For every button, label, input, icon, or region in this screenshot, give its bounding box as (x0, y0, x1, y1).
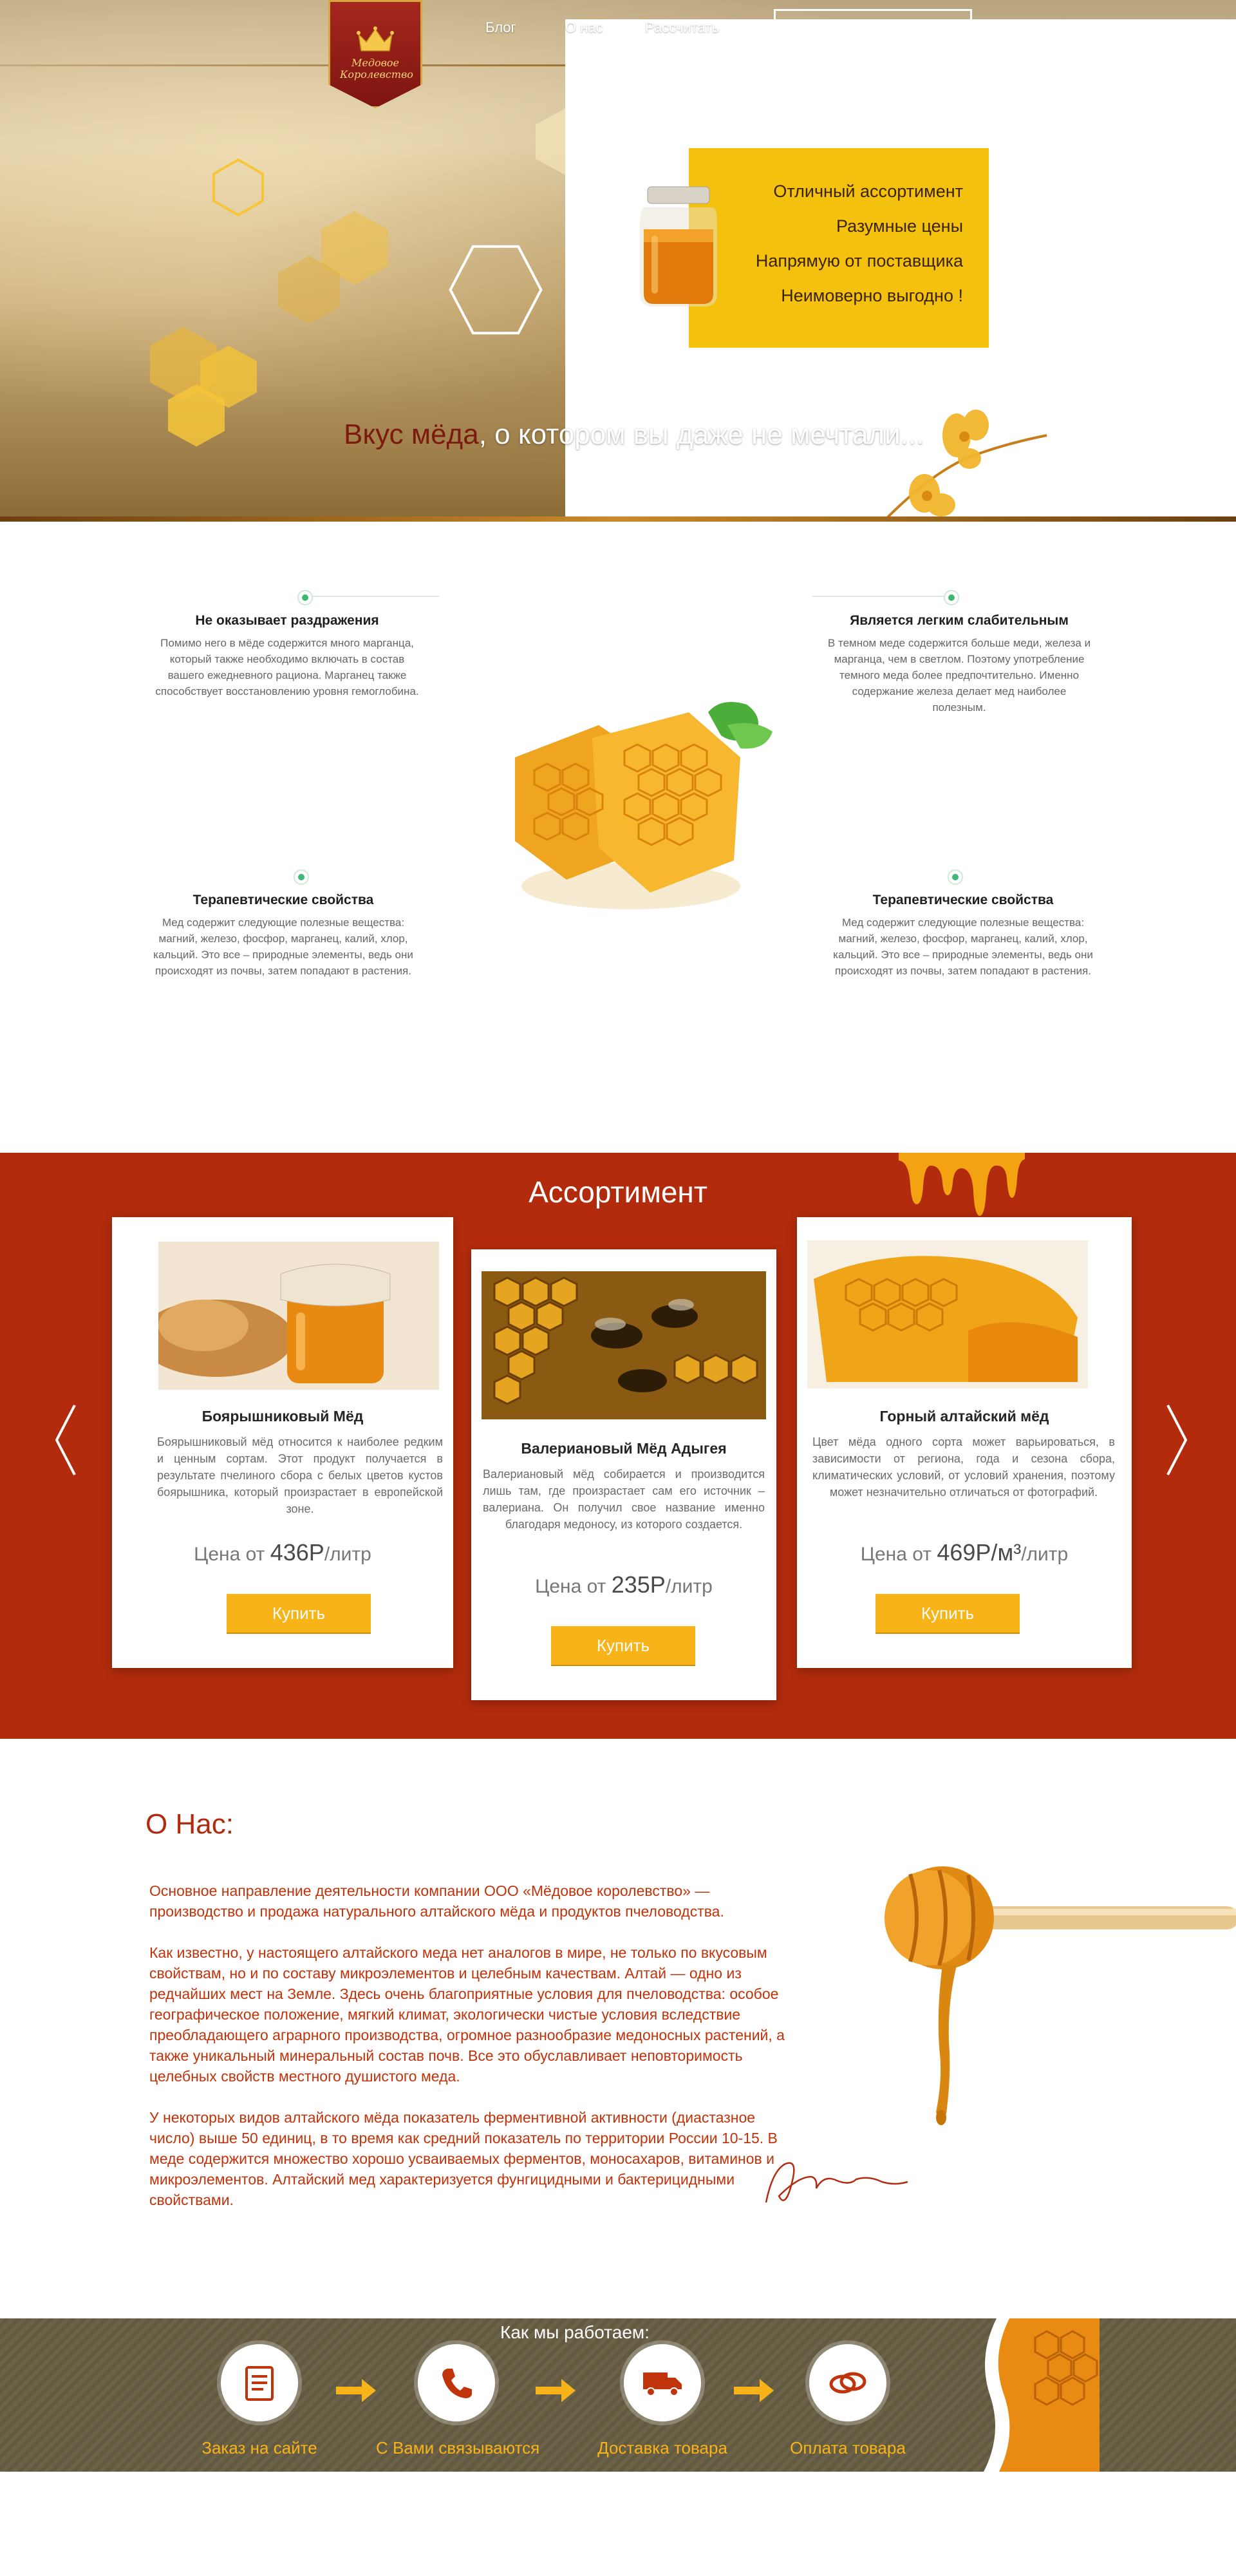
carousel-prev-arrow-icon[interactable] (53, 1401, 79, 1479)
feature-item: Терапевтические свойства Мед содержит сл… (148, 866, 418, 979)
price-prefix: Цена от (860, 1544, 932, 1565)
feature-text: В темном меде содержится больше меди, же… (827, 637, 1091, 714)
step-label: Доставка товара (597, 2438, 727, 2458)
feature-dot-icon (294, 869, 309, 885)
product-card: Горный алтайский мёд Цвет мёда одного со… (797, 1217, 1132, 1668)
feature-title: Является легким слабительным (850, 613, 1069, 628)
promo-box: Отличный ассортимент Разумные цены Напря… (689, 148, 989, 348)
hero-section: Медовое Королевство Блог О нас Рассчитат… (0, 0, 1236, 522)
feature-text: Мед содержит следующие полезные вещества… (153, 916, 413, 977)
tagline-accent: Вкус мёда (344, 419, 479, 450)
logo-text: Медовое Королевство (340, 57, 413, 80)
hexagon-decoration (212, 158, 264, 217)
promo-line: Разумные цены (836, 216, 963, 236)
about-paragraph: У некоторых видов алтайского мёда показа… (149, 2109, 778, 2208)
process-step: Оплата товара (767, 2344, 928, 2458)
carousel-next-arrow-icon[interactable] (1164, 1401, 1190, 1479)
promo-line: Напрямую от поставщика (755, 251, 963, 270)
feature-dot-icon (297, 590, 313, 605)
product-price: Цена от 469Р/м³/литр (797, 1539, 1132, 1566)
hero-bottom-border (0, 516, 1236, 522)
nav-link-blog[interactable]: Блог (485, 19, 516, 36)
features-section: Не оказывает раздражения Помимо него в м… (0, 522, 1236, 1153)
feature-item: Является легким слабительным В темном ме… (824, 586, 1094, 715)
logo[interactable]: Медовое Королевство (328, 0, 422, 108)
honey-jar-image (640, 186, 717, 307)
step-icon-circle (221, 2344, 298, 2421)
product-name: Боярышниковый Мёд (201, 1408, 364, 1425)
hexagon-decoration (278, 256, 340, 324)
about-title: О Нас: (145, 1808, 234, 1840)
tagline-rest: , о котором вы даже не мечтали... (478, 419, 924, 450)
step-icon-circle (624, 2344, 701, 2421)
document-icon (245, 2366, 274, 2401)
product-description: Боярышниковый мёд относится к наиболее р… (157, 1435, 443, 1515)
assortment-title: Ассортимент (529, 1175, 707, 1209)
nav-link-calculate[interactable]: Рассчитать (645, 19, 719, 36)
assortment-section: Ассортимент Боярышниковый Мёд Боярышнико… (0, 1153, 1236, 1739)
hero-tagline: Вкус мёда, о котором вы даже не мечтали.… (344, 419, 924, 451)
about-text: Основное направление деятельности компан… (149, 1880, 793, 2231)
main-nav: Блог О нас Рассчитать (0, 19, 1236, 522)
price-prefix: Цена от (194, 1544, 265, 1565)
step-icon-circle (809, 2344, 886, 2421)
feature-item: Терапевтические свойства Мед содержит сл… (828, 866, 1098, 979)
honey-dipper-image (885, 1866, 1236, 2125)
price-unit: /литр (665, 1576, 713, 1597)
buy-button[interactable]: Купить (227, 1594, 371, 1633)
product-description: Валериановый мёд собирается и производит… (483, 1468, 765, 1531)
feature-title: Не оказывает раздражения (195, 613, 379, 628)
arrow-right-icon (336, 2379, 376, 2402)
product-image-hawthorn-honey (158, 1242, 439, 1390)
signature-image (765, 2162, 908, 2203)
step-label: Оплата товара (790, 2438, 906, 2458)
product-description: Цвет мёда одного сорта может варьировать… (812, 1435, 1115, 1499)
process-step: Заказ на сайте (179, 2344, 340, 2458)
feature-item: Не оказывает раздражения Помимо него в м… (152, 586, 422, 699)
how-we-work-section: Как мы работаем: Заказ на сайте С Вами с… (0, 2318, 1236, 2472)
honeycomb-decoration-image (984, 2318, 1100, 2472)
arrow-right-icon (536, 2379, 576, 2402)
step-icon-circle (418, 2344, 495, 2421)
product-card: Боярышниковый Мёд Боярышниковый мёд отно… (112, 1217, 453, 1668)
product-price: Цена от 235Р/литр (471, 1571, 776, 1598)
product-card: Валериановый Мёд Адыгея Валериановый мёд… (471, 1249, 776, 1700)
price-value: 235Р (611, 1571, 666, 1598)
product-image-altai-honey (807, 1240, 1088, 1388)
flower-image (885, 410, 1047, 520)
feature-dot-icon (944, 590, 959, 605)
hexagon-decoration (168, 384, 225, 447)
price-unit: /литр (1021, 1544, 1069, 1565)
price-unit: /литр (324, 1544, 371, 1565)
price-value: 469Р/м³ (937, 1539, 1022, 1566)
process-step: Доставка товара (582, 2344, 743, 2458)
buy-button[interactable]: Купить (876, 1594, 1020, 1633)
product-price: Цена от 436Р/литр (112, 1539, 453, 1566)
promo-line: Отличный ассортимент (773, 182, 963, 201)
price-value: 436Р (270, 1539, 324, 1566)
about-paragraph: Как известно, у настоящего алтайского ме… (149, 1944, 785, 2085)
feature-title: Терапевтические свойства (872, 893, 1054, 907)
feature-text: Мед содержит следующие полезные вещества… (833, 916, 1093, 977)
promo-line: Неимоверно выгодно ! (781, 286, 963, 305)
feature-dot-icon (948, 869, 963, 885)
truck-icon (643, 2372, 682, 2396)
buy-button[interactable]: Купить (551, 1626, 695, 1665)
price-prefix: Цена от (535, 1576, 606, 1597)
order-now-button[interactable]: Заказать сейчас ! (774, 9, 972, 52)
honeycomb-image (515, 702, 772, 909)
about-section: О Нас: Основное направление деятельности… (0, 1739, 1236, 2318)
feature-text: Помимо него в мёде содержится много марг… (155, 637, 419, 697)
product-name: Горный алтайский мёд (879, 1408, 1049, 1425)
step-label: Заказ на сайте (201, 2438, 317, 2458)
phone-icon (442, 2369, 472, 2398)
step-label: С Вами связываются (376, 2438, 540, 2458)
about-paragraph: Основное направление деятельности компан… (149, 1882, 724, 1920)
feature-title: Терапевтические свойства (192, 893, 374, 907)
hexagon-decoration (449, 245, 543, 335)
process-step: С Вами связываются (376, 2344, 540, 2458)
rings-icon (829, 2372, 866, 2394)
product-name: Валериановый Мёд Адыгея (521, 1440, 727, 1457)
product-image-valerian-honey (482, 1271, 766, 1419)
